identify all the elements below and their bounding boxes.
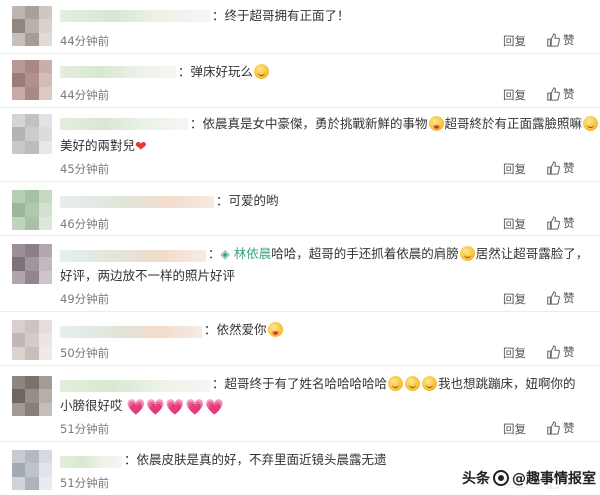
like-button[interactable]: 赞 — [546, 86, 575, 102]
comment-time: 50分钟前 — [60, 346, 110, 360]
thumbs-up-icon — [547, 87, 560, 101]
comment-time: 46分钟前 — [60, 217, 110, 231]
like-button[interactable]: 赞 — [546, 32, 575, 48]
like-label: 赞 — [563, 161, 575, 175]
reply-button[interactable]: 回复 — [503, 421, 526, 437]
username-blurred[interactable] — [60, 118, 188, 130]
username-blurred[interactable] — [60, 380, 210, 392]
like-button[interactable]: 赞 — [546, 420, 575, 436]
comment-text: ：终于超哥拥有正面了！ — [212, 8, 350, 23]
avatar[interactable] — [12, 376, 52, 416]
comment-item: ：可爱的哟 46分钟前 回复 赞 — [0, 182, 600, 236]
emoji-face-icon — [405, 376, 421, 391]
comment-text: ：依晨皮肤是真的好，不弃里面近镜头晨露无遗 — [124, 452, 387, 467]
comment-text: ：弹床好玩么 — [178, 62, 270, 82]
comment-item: ：依然爱你 50分钟前 回复 赞 — [0, 312, 600, 366]
comment-item: ：终于超哥拥有正面了！ 44分钟前 回复 赞 — [0, 0, 600, 54]
avatar[interactable] — [12, 60, 52, 100]
mention-link[interactable]: 林依晨 — [234, 246, 272, 261]
emoji-face-icon — [428, 116, 444, 131]
comment-text: ：超哥终于有了姓名哈哈哈哈哈 我也想跳蹦床，妞啊你的 — [212, 376, 576, 391]
like-button[interactable]: 赞 — [546, 215, 575, 231]
like-button[interactable]: 赞 — [546, 160, 575, 176]
emoji-face-icon — [388, 376, 404, 391]
watermark: 头条 @趣事情报室 — [458, 466, 600, 490]
watermark-logo-icon — [493, 470, 509, 486]
heart-icon: ❤ — [135, 139, 147, 155]
like-label: 赞 — [563, 33, 575, 47]
like-button[interactable]: 赞 — [546, 344, 575, 360]
emoji-face-icon — [254, 64, 270, 79]
like-label: 赞 — [563, 345, 575, 359]
thumbs-up-icon — [547, 33, 560, 47]
comment-text: ：可爱的哟 — [216, 193, 279, 208]
comment-text-line2: 美好的兩對兒❤ — [60, 138, 147, 155]
like-label: 赞 — [563, 87, 575, 101]
comment-item: ：超哥终于有了姓名哈哈哈哈哈 我也想跳蹦床，妞啊你的 小膀很好哎 💗💗💗💗💗 51… — [0, 366, 600, 442]
like-button[interactable]: 赞 — [546, 290, 575, 306]
comment-item: ：依晨真是女中豪傑，勇於挑戰新鮮的事物 超哥終於有正面露臉照嘛 美好的兩對兒❤ 4… — [0, 108, 600, 182]
thumbs-up-icon — [547, 345, 560, 359]
like-label: 赞 — [563, 216, 575, 230]
comment-time: 49分钟前 — [60, 292, 110, 306]
comment-time: 44分钟前 — [60, 34, 110, 48]
avatar[interactable] — [12, 450, 52, 490]
reply-button[interactable]: 回复 — [503, 161, 526, 177]
thumbs-up-icon — [547, 421, 560, 435]
username-blurred[interactable] — [60, 326, 202, 338]
comment-item: ：◈ 林依晨哈哈，超哥的手还抓着依晨的肩膀 居然让超哥露脸了， 好评，两边放不一样… — [0, 236, 600, 312]
emoji-face-icon — [422, 376, 438, 391]
comment-time: 45分钟前 — [60, 162, 110, 176]
thumbs-up-icon — [547, 216, 560, 230]
comment-text-line2: 好评，两边放不一样的照片好评 — [60, 268, 236, 283]
like-label: 赞 — [563, 291, 575, 305]
thumbs-up-icon — [547, 291, 560, 305]
avatar[interactable] — [12, 244, 52, 284]
username-blurred[interactable] — [60, 196, 214, 208]
username-blurred[interactable] — [60, 66, 176, 78]
comment-text: ：依然爱你 — [204, 320, 284, 340]
comment-time: 51分钟前 — [60, 422, 110, 436]
comment-item: ：弹床好玩么 44分钟前 回复 赞 — [0, 54, 600, 108]
reply-button[interactable]: 回复 — [503, 216, 526, 232]
emoji-face-icon — [583, 116, 599, 131]
mention-icon: ◈ — [220, 247, 230, 261]
reply-button[interactable]: 回复 — [503, 291, 526, 307]
comment-text-line2: 小膀很好哎 💗💗💗💗💗 — [60, 398, 225, 416]
heart-icon: 💗💗💗💗💗 — [126, 398, 225, 416]
username-blurred[interactable] — [60, 456, 122, 468]
avatar[interactable] — [12, 6, 52, 46]
comment-time: 51分钟前 — [60, 476, 110, 490]
reply-button[interactable]: 回复 — [503, 345, 526, 361]
username-blurred[interactable] — [60, 10, 210, 22]
like-label: 赞 — [563, 421, 575, 435]
avatar[interactable] — [12, 320, 52, 360]
comment-time: 44分钟前 — [60, 88, 110, 102]
emoji-face-icon — [267, 322, 283, 337]
comment-text: ：依晨真是女中豪傑，勇於挑戰新鮮的事物 超哥終於有正面露臉照嘛 — [190, 114, 599, 134]
emoji-face-icon — [459, 246, 475, 261]
comment-text: ：◈ 林依晨哈哈，超哥的手还抓着依晨的肩膀 居然让超哥露脸了， — [208, 246, 589, 261]
reply-button[interactable]: 回复 — [503, 33, 526, 49]
avatar[interactable] — [12, 114, 52, 154]
username-blurred[interactable] — [60, 250, 206, 262]
avatar[interactable] — [12, 190, 52, 230]
reply-button[interactable]: 回复 — [503, 87, 526, 103]
watermark-account: @趣事情报室 — [512, 471, 596, 487]
thumbs-up-icon — [547, 161, 560, 175]
watermark-prefix: 头条 — [462, 471, 490, 487]
